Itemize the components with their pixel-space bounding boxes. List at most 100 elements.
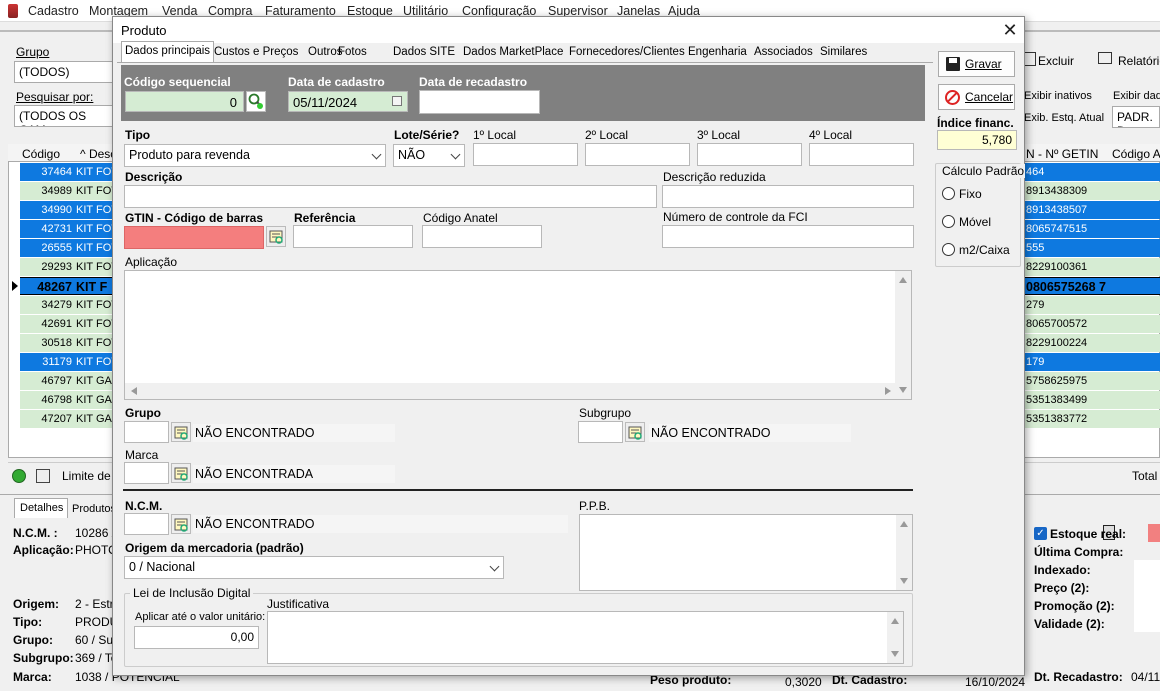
tipo-select[interactable]: Produto para revenda (124, 144, 386, 167)
header-codigo-a[interactable]: Código A (1112, 147, 1160, 161)
tab-8[interactable]: Associados (751, 43, 816, 62)
pesquisar-select[interactable]: (TODOS OS CAM (14, 105, 114, 127)
descricao-reduzida-input[interactable] (662, 185, 914, 208)
scroll-right-icon[interactable] (885, 387, 891, 395)
table-row[interactable]: 30518 KIT FOT (20, 334, 116, 352)
local4-input[interactable] (809, 143, 914, 166)
scroll-up-icon[interactable] (891, 618, 899, 624)
fci-input[interactable] (662, 225, 914, 248)
tab-4[interactable]: Dados SITE (390, 43, 458, 62)
referencia-input[interactable] (293, 225, 413, 248)
scrollbar-vertical[interactable] (895, 271, 911, 399)
descricao-input[interactable] (124, 185, 657, 208)
table-row[interactable]: 34989 KIT FOT (20, 182, 116, 200)
lookup-icon[interactable] (266, 226, 286, 247)
scroll-down-icon[interactable] (891, 651, 899, 657)
exibir-dad-label[interactable]: Exibir dad (1113, 90, 1160, 102)
table-row[interactable]: 47207 KIT GA (20, 410, 116, 428)
header-getin[interactable]: N - Nº GETIN (1026, 147, 1098, 161)
grupo-select[interactable]: (TODOS) (14, 61, 114, 83)
data-recadastro-input[interactable] (419, 90, 540, 114)
row-getin[interactable]: 8229100224 (1024, 334, 1160, 352)
ppb-textarea[interactable] (579, 514, 913, 591)
cancelar-button[interactable]: Cancelar (938, 84, 1015, 110)
tab-7[interactable]: Engenharia (685, 43, 750, 62)
row-getin[interactable]: 8065747515 (1024, 220, 1160, 238)
origem-select[interactable]: 0 / Nacional (124, 556, 504, 579)
grupo-lookup-icon[interactable] (171, 422, 191, 442)
refresh-icon[interactable] (12, 469, 26, 483)
tab-1[interactable]: Custos e Preços (211, 43, 301, 62)
estoque-real-checkbox[interactable]: ✓ (1034, 527, 1047, 540)
calendar-icon[interactable] (392, 96, 402, 106)
calc-movel-radio[interactable] (942, 215, 955, 228)
calc-m2-radio[interactable] (942, 243, 955, 256)
ncm-lookup-icon[interactable] (171, 514, 191, 534)
excluir-button[interactable]: Excluir (1038, 54, 1074, 68)
row-getin[interactable]: 8913438507 (1024, 201, 1160, 219)
exibir-inativos-label[interactable]: Exibir inativos (1024, 90, 1092, 102)
table-row[interactable]: 31179 KIT FOT (20, 353, 116, 371)
local3-input[interactable] (697, 143, 802, 166)
table-row[interactable]: 42691 KIT FOT (20, 315, 116, 333)
scroll-down-icon[interactable] (900, 578, 908, 584)
tab-3[interactable]: Fotos (335, 43, 370, 62)
marca-code-input[interactable] (124, 462, 169, 484)
search-code-icon[interactable] (246, 91, 266, 112)
close-icon[interactable]: ✕ (999, 19, 1021, 41)
table-row[interactable]: 42731 KIT FOT (20, 220, 116, 238)
tab-6[interactable]: Fornecedores/Clientes (566, 43, 688, 62)
codigo-seq-input[interactable]: 0 (125, 91, 244, 112)
aplicacao-textarea[interactable] (124, 270, 912, 400)
header-desc[interactable]: ^ Desc (80, 147, 116, 161)
row-getin[interactable]: 5351383499 (1024, 391, 1160, 409)
scrollbar-vertical[interactable] (887, 612, 903, 663)
gravar-button[interactable]: Gravar (938, 51, 1015, 77)
ncm-code-input[interactable] (124, 513, 169, 535)
gtin-input[interactable] (124, 226, 264, 249)
indice-input[interactable]: 5,780 (937, 130, 1017, 150)
header-codigo[interactable]: Código (22, 147, 60, 161)
justificativa-textarea[interactable] (267, 611, 904, 664)
row-getin[interactable]: 8913438309 (1024, 182, 1160, 200)
tab-0[interactable]: Dados principais (121, 41, 215, 62)
table-row[interactable]: 26555 KIT FOT (20, 239, 116, 257)
tab-produtos[interactable]: Produtos (72, 503, 116, 515)
subgrupo-code-input[interactable] (578, 421, 623, 443)
tab-9[interactable]: Similares (817, 43, 870, 62)
scroll-up-icon[interactable] (900, 521, 908, 527)
exib-estq-label[interactable]: Exib. Estq. Atual (1024, 112, 1104, 124)
tab-5[interactable]: Dados MarketPlace (460, 43, 566, 62)
scroll-up-icon[interactable] (899, 277, 907, 283)
table-row[interactable]: 29293 KIT FOT (20, 258, 116, 276)
lote-select[interactable]: NÃO (393, 144, 465, 167)
row-getin[interactable]: 0806575268 7 (1024, 277, 1160, 295)
row-getin[interactable]: 8065700572 (1024, 315, 1160, 333)
row-getin[interactable]: 179 (1024, 353, 1160, 371)
data-cadastro-input[interactable]: 05/11/2024 (288, 91, 408, 112)
menu-cadastro[interactable]: Cadastro (28, 4, 79, 18)
aplicar-input[interactable]: 0,00 (134, 626, 259, 649)
tab-detalhes[interactable]: Detalhes (14, 498, 68, 518)
marca-lookup-icon[interactable] (171, 463, 191, 483)
scroll-left-icon[interactable] (131, 387, 137, 395)
calc-fixo-radio[interactable] (942, 187, 955, 200)
local2-input[interactable] (585, 143, 690, 166)
table-row[interactable]: 34279 KIT FOT (20, 296, 116, 314)
row-getin[interactable]: 279 (1024, 296, 1160, 314)
relatorio-button[interactable]: Relatório (1118, 54, 1160, 68)
row-getin[interactable]: 5351383772 (1024, 410, 1160, 428)
table-row[interactable]: 46797 KIT GA (20, 372, 116, 390)
subgrupo-lookup-icon[interactable] (625, 422, 645, 442)
row-getin[interactable]: 5758625975 (1024, 372, 1160, 390)
local1-input[interactable] (473, 143, 578, 166)
scrollbar-horizontal[interactable] (125, 383, 897, 399)
scroll-down-icon[interactable] (899, 387, 907, 393)
padr-select[interactable]: PADR. D (1112, 106, 1160, 128)
row-getin[interactable]: 464 (1024, 163, 1160, 181)
save-grid-icon[interactable] (36, 469, 50, 483)
table-row[interactable]: 48267 KIT F (20, 277, 116, 295)
table-row[interactable]: 34990 KIT FOT (20, 201, 116, 219)
anatel-input[interactable] (422, 225, 542, 248)
scrollbar-vertical[interactable] (896, 515, 912, 590)
